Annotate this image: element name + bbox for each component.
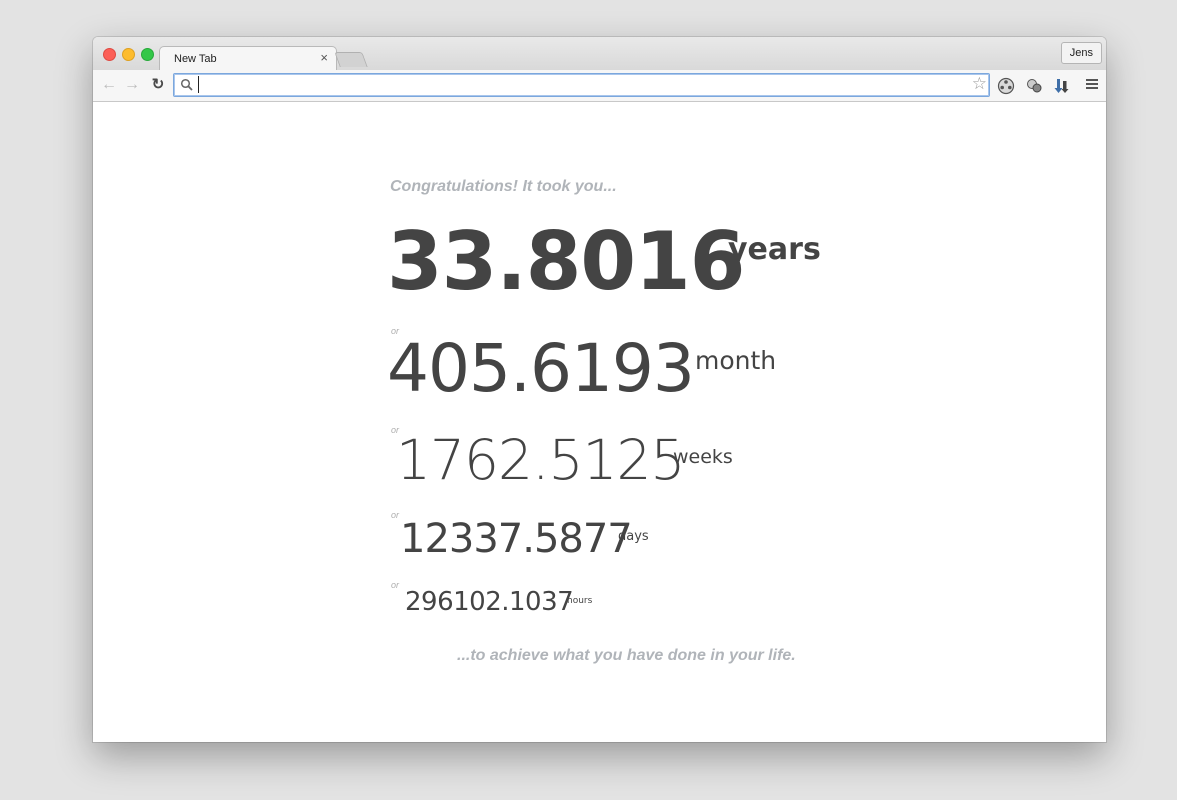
reload-icon[interactable]: ↻ bbox=[149, 76, 167, 94]
stat-days-unit: days bbox=[618, 529, 649, 544]
stat-weeks-value: 1762.5125 bbox=[396, 428, 685, 492]
stat-month: 405.6193 bbox=[387, 330, 695, 407]
close-window-button[interactable] bbox=[103, 48, 116, 61]
browser-window: New Tab × Jens ← → ↻ ☆ Congratulations! … bbox=[93, 37, 1106, 742]
stat-hours-unit: hours bbox=[567, 596, 593, 606]
intro-text: Congratulations! It took you... bbox=[390, 178, 617, 195]
stat-month-unit: month bbox=[695, 346, 777, 375]
stat-month-value: 405.6193 bbox=[387, 330, 695, 407]
close-icon[interactable]: × bbox=[320, 50, 328, 65]
stat-hours-value: 296102.1037 bbox=[405, 587, 574, 617]
stat-days: 12337.5877 bbox=[400, 516, 633, 562]
stat-years-unit: years bbox=[728, 232, 821, 267]
toolbar: ← → ↻ ☆ bbox=[93, 70, 1106, 102]
stat-years: 33.8016 bbox=[387, 215, 745, 308]
shapes-extension-icon[interactable] bbox=[1025, 77, 1043, 95]
tab-strip: New Tab × Jens bbox=[93, 37, 1106, 72]
profile-button[interactable]: Jens bbox=[1060, 42, 1102, 64]
stat-days-value: 12337.5877 bbox=[400, 516, 633, 562]
new-tab-button[interactable] bbox=[334, 52, 368, 67]
stat-years-value: 33.8016 bbox=[387, 215, 745, 308]
search-icon bbox=[180, 78, 193, 91]
stat-weeks: 1762.5125 bbox=[396, 428, 685, 492]
menu-icon[interactable] bbox=[1086, 79, 1098, 91]
or-label: or bbox=[391, 510, 400, 520]
or-label: or bbox=[391, 580, 400, 590]
stat-weeks-unit: weeks bbox=[673, 446, 733, 468]
address-bar[interactable]: ☆ bbox=[173, 73, 990, 97]
tab-new-tab[interactable]: New Tab × bbox=[159, 46, 337, 72]
address-input[interactable] bbox=[198, 76, 961, 93]
stat-hours: 296102.1037 bbox=[405, 587, 574, 617]
outro-text: ...to achieve what you have done in your… bbox=[457, 647, 796, 664]
download-arrows-icon[interactable] bbox=[1053, 77, 1071, 95]
zoom-window-button[interactable] bbox=[141, 48, 154, 61]
film-reel-icon[interactable] bbox=[997, 77, 1015, 95]
star-icon[interactable]: ☆ bbox=[972, 74, 987, 94]
minimize-window-button[interactable] bbox=[122, 48, 135, 61]
page-content: Congratulations! It took you... 33.8016 … bbox=[93, 102, 1106, 742]
back-arrow-icon[interactable]: ← bbox=[100, 76, 118, 94]
tab-title: New Tab bbox=[174, 53, 217, 65]
forward-arrow-icon[interactable]: → bbox=[123, 76, 141, 94]
